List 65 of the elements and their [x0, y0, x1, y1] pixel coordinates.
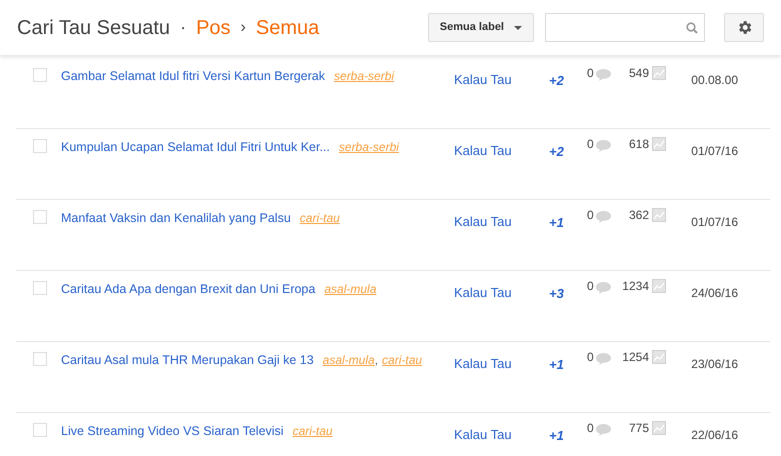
comment-count: 0	[587, 421, 594, 435]
plus-count: +2	[549, 73, 564, 88]
post-title-link[interactable]: Caritau Ada Apa dengan Brexit dan Uni Eropa	[61, 282, 316, 296]
view-count: 775	[628, 421, 649, 435]
breadcrumb-chevron: ›	[240, 18, 246, 38]
checkbox[interactable]	[33, 139, 47, 153]
author-link[interactable]: Kalau Tau	[454, 72, 512, 87]
line-chart-icon	[652, 279, 666, 293]
post-date: 01/07/16	[691, 215, 738, 229]
speech-bubble-icon	[596, 69, 611, 81]
post-date: 00.08.00	[691, 73, 738, 87]
view-count: 362	[628, 208, 649, 222]
author-link[interactable]: Kalau Tau	[454, 427, 512, 442]
line-chart-icon	[652, 208, 666, 222]
settings-button[interactable]	[724, 13, 764, 42]
speech-bubble-icon	[596, 282, 611, 294]
checkbox[interactable]	[33, 352, 47, 366]
line-chart-icon	[652, 66, 666, 80]
post-title-link[interactable]: Kumpulan Ucapan Selamat Idul Fitri Untuk Ker...	[61, 140, 330, 154]
post-title-link[interactable]: Caritau Asal mula THR Merupakan Gaji ke 13	[61, 353, 314, 367]
checkbox[interactable]	[33, 68, 47, 82]
comment-count: 0	[587, 208, 594, 222]
speech-bubble-icon	[596, 424, 611, 436]
post-date: 23/06/16	[691, 357, 738, 371]
checkbox[interactable]	[33, 423, 47, 437]
search-icon	[686, 22, 698, 34]
post-title-link[interactable]: Gambar Selamat Idul fitri Versi Kartun Bergerak	[61, 69, 326, 83]
plus-count: +1	[549, 428, 564, 443]
view-count: 1254	[622, 350, 649, 364]
post-date: 24/06/16	[691, 286, 738, 300]
post-title-link[interactable]: Manfaat Vaksin dan Kenalilah yang Palsu	[61, 211, 291, 225]
author-link[interactable]: Kalau Tau	[454, 285, 512, 300]
label-separator: ,	[374, 353, 378, 367]
line-chart-icon	[652, 421, 666, 435]
comment-count: 0	[587, 279, 594, 293]
speech-bubble-icon	[596, 140, 611, 152]
search-field[interactable]	[545, 13, 705, 42]
checkbox[interactable]	[33, 281, 47, 295]
breadcrumb-link[interactable]: Semua	[256, 12, 320, 42]
speech-bubble-icon	[596, 211, 611, 223]
plus-count: +1	[549, 215, 564, 230]
post-title-link[interactable]: Live Streaming Video VS Siaran Televisi	[61, 424, 284, 438]
view-count: 549	[628, 66, 649, 80]
line-chart-icon	[652, 350, 666, 364]
post-date: 01/07/16	[691, 144, 738, 158]
breadcrumb-link[interactable]: Pos	[196, 12, 231, 42]
breadcrumb-dot: ·	[180, 16, 186, 39]
plus-count: +1	[549, 357, 564, 372]
post-date: 22/06/16	[691, 428, 738, 442]
author-link[interactable]: Kalau Tau	[454, 143, 512, 158]
comment-count: 0	[587, 350, 594, 364]
comment-count: 0	[587, 137, 594, 151]
comment-count: 0	[587, 66, 594, 80]
blog-title: Cari Tau Sesuatu	[17, 16, 170, 40]
view-count: 618	[628, 137, 649, 151]
view-count: 1234	[622, 279, 649, 293]
checkbox[interactable]	[33, 210, 47, 224]
author-link[interactable]: Kalau Tau	[454, 214, 512, 229]
line-chart-icon	[652, 137, 666, 151]
label-filter-dropdown[interactable]: Semua label	[428, 13, 534, 42]
plus-count: +2	[549, 144, 564, 159]
caret-icon	[514, 26, 522, 30]
author-link[interactable]: Kalau Tau	[454, 356, 512, 371]
speech-bubble-icon	[596, 353, 611, 365]
plus-count: +3	[549, 286, 564, 301]
